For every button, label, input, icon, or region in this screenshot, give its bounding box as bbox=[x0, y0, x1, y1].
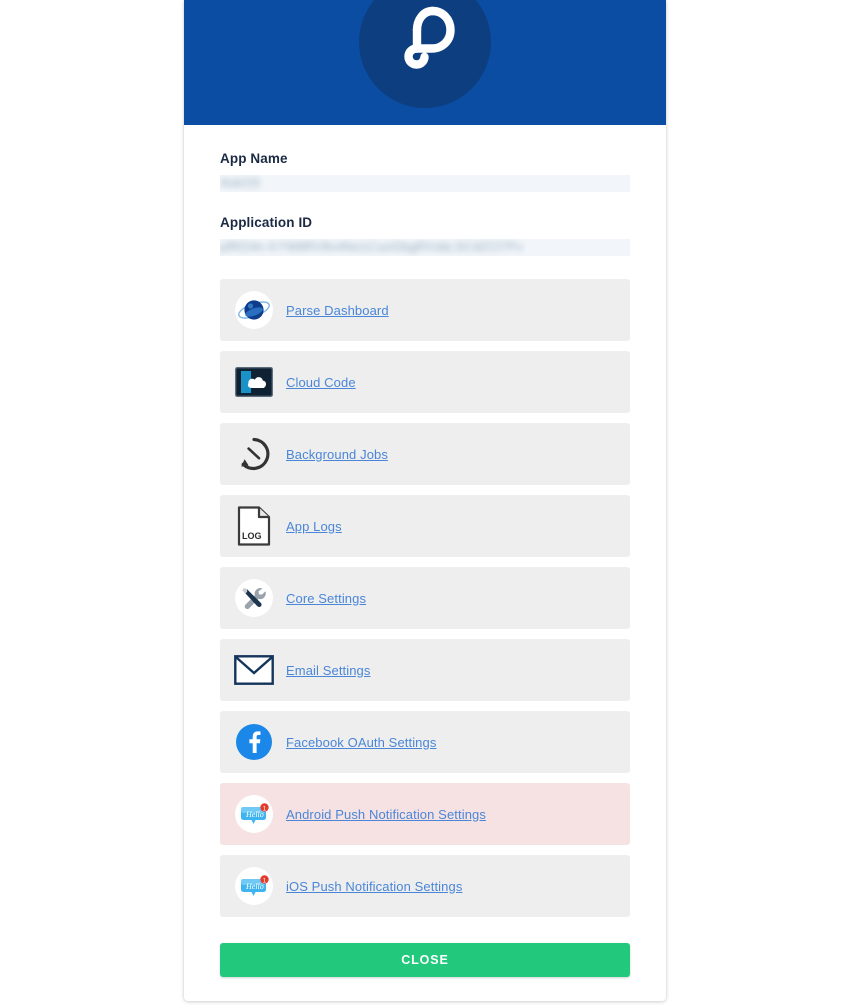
list-item-label[interactable]: Background Jobs bbox=[286, 447, 388, 462]
list-item-core-settings[interactable]: Core Settings bbox=[220, 567, 630, 629]
list-item-android-push-notification-settings[interactable]: Hello 1 Android Push Notification Settin… bbox=[220, 783, 630, 845]
list-item-label[interactable]: Parse Dashboard bbox=[286, 303, 389, 318]
list-item-label[interactable]: Android Push Notification Settings bbox=[286, 807, 486, 822]
list-item-label[interactable]: Email Settings bbox=[286, 663, 371, 678]
close-button[interactable]: CLOSE bbox=[220, 943, 630, 977]
application-id-value: pfRO4n KYW8RV8v4No1CuoGbgRVsbLSCdZCt7Fv bbox=[220, 239, 630, 256]
log-document-icon: LOG bbox=[234, 506, 274, 546]
list-item-cloud-code[interactable]: Cloud Code bbox=[220, 351, 630, 413]
push-notification-icon: Hello 1 bbox=[234, 866, 274, 906]
list-item-label[interactable]: Cloud Code bbox=[286, 375, 356, 390]
svg-text:Hello: Hello bbox=[245, 882, 264, 891]
app-name-field-group: App Name AskOS bbox=[220, 151, 630, 192]
parse-sphere-icon bbox=[234, 290, 274, 330]
envelope-icon bbox=[234, 650, 274, 690]
push-notification-icon: Hello 1 bbox=[234, 794, 274, 834]
list-item-app-logs[interactable]: LOG App Logs bbox=[220, 495, 630, 557]
list-item-ios-push-notification-settings[interactable]: Hello 1 iOS Push Notification Settings bbox=[220, 855, 630, 917]
page-root: App Name AskOS Application ID pfRO4n KYW… bbox=[0, 0, 850, 1005]
app-name-value: AskOS bbox=[220, 175, 630, 192]
parse-logo-icon bbox=[359, 0, 491, 108]
facebook-icon bbox=[234, 722, 274, 762]
settings-link-list: Parse Dashboard Cloud Code Background Jo… bbox=[220, 279, 630, 917]
card-body: App Name AskOS Application ID pfRO4n KYW… bbox=[184, 125, 666, 917]
application-id-field-group: Application ID pfRO4n KYW8RV8v4No1CuoGbg… bbox=[220, 215, 630, 256]
list-item-facebook-oauth-settings[interactable]: Facebook OAuth Settings bbox=[220, 711, 630, 773]
list-item-email-settings[interactable]: Email Settings bbox=[220, 639, 630, 701]
list-item-label[interactable]: iOS Push Notification Settings bbox=[286, 879, 462, 894]
background-jobs-clock-icon bbox=[234, 434, 274, 474]
list-item-label[interactable]: Core Settings bbox=[286, 591, 366, 606]
card-header bbox=[184, 0, 666, 125]
app-name-value-text: AskOS bbox=[220, 176, 261, 190]
list-item-label[interactable]: App Logs bbox=[286, 519, 342, 534]
card-footer: CLOSE bbox=[184, 927, 666, 977]
app-info-card: App Name AskOS Application ID pfRO4n KYW… bbox=[184, 0, 666, 1001]
svg-text:Hello: Hello bbox=[245, 810, 264, 819]
svg-text:LOG: LOG bbox=[242, 531, 262, 541]
application-id-value-text: pfRO4n KYW8RV8v4No1CuoGbgRVsbLSCdZCt7Fv bbox=[220, 240, 524, 254]
app-name-label: App Name bbox=[220, 151, 288, 166]
list-item-label[interactable]: Facebook OAuth Settings bbox=[286, 735, 436, 750]
list-item-background-jobs[interactable]: Background Jobs bbox=[220, 423, 630, 485]
cloud-code-icon bbox=[234, 362, 274, 402]
application-id-label: Application ID bbox=[220, 215, 313, 230]
tools-icon bbox=[234, 578, 274, 618]
list-item-parse-dashboard[interactable]: Parse Dashboard bbox=[220, 279, 630, 341]
